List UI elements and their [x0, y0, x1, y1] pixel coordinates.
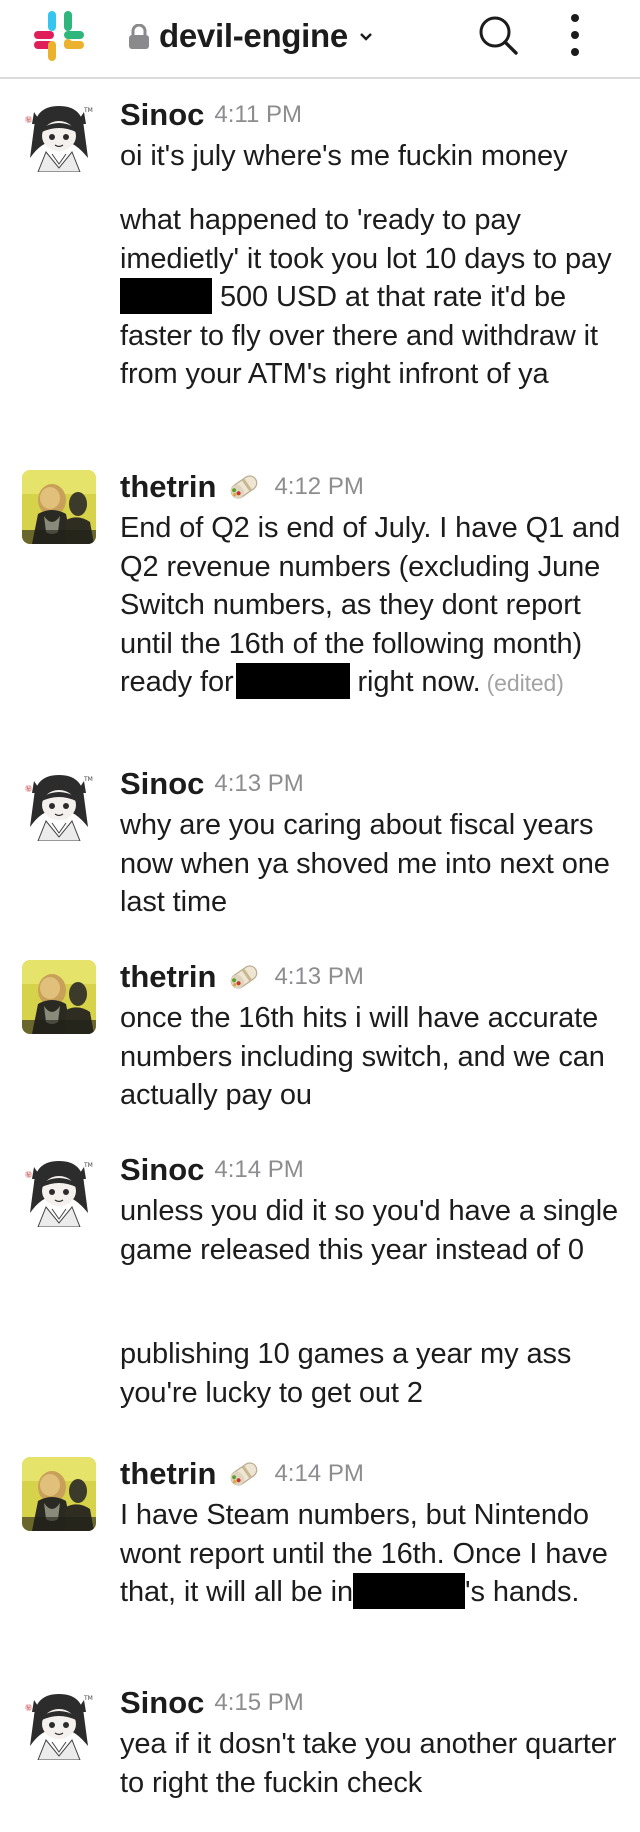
timestamp[interactable]: 4:11 PM — [214, 101, 302, 128]
message-text: oi it's july where's me fuckin money — [120, 137, 635, 176]
timestamp[interactable]: 4:14 PM — [274, 1460, 363, 1487]
search-icon[interactable] — [476, 13, 520, 57]
avatar[interactable] — [22, 1686, 96, 1760]
message-line: once the 16th hits i will have accurate … — [120, 1002, 605, 1111]
message-text: yea if it dosn't take you another quarte… — [120, 1725, 635, 1802]
slack-logo-icon[interactable] — [32, 9, 86, 63]
message-line: right now. — [357, 666, 481, 698]
avatar[interactable] — [22, 767, 96, 841]
message-line: unless you did it so you'd have a single… — [120, 1195, 619, 1266]
message-header: thetrin 4:13 PM — [120, 956, 364, 998]
channel-header: devil-engine — [0, 0, 640, 79]
chevron-down-icon[interactable] — [359, 31, 373, 43]
burrito-icon — [224, 469, 264, 505]
message-text: what happened to 'ready to pay imedietly… — [120, 201, 635, 394]
author-name[interactable]: Sinoc — [120, 766, 204, 801]
message-line: yea if it dosn't take you another quarte… — [120, 1728, 617, 1799]
avatar[interactable] — [22, 1153, 96, 1227]
message-line: what happened to 'ready to pay imedietly… — [120, 204, 612, 275]
burrito-icon — [224, 959, 264, 995]
message-text: publishing 10 games a year my ass you're… — [120, 1335, 635, 1412]
author-name[interactable]: Sinoc — [120, 1685, 204, 1720]
burrito-icon — [224, 1456, 264, 1492]
avatar[interactable] — [22, 1457, 96, 1531]
redaction-box — [235, 663, 350, 699]
edited-label: (edited) — [486, 670, 564, 696]
lock-icon — [129, 24, 149, 49]
message-header: Sinoc 4:14 PM — [120, 1149, 304, 1191]
avatar[interactable] — [22, 98, 96, 172]
message-text: why are you caring about fiscal years no… — [120, 806, 635, 922]
timestamp[interactable]: 4:12 PM — [274, 473, 363, 500]
channel-name[interactable]: devil-engine — [159, 14, 348, 58]
author-name[interactable]: Sinoc — [120, 1152, 204, 1187]
message-line: publishing 10 games a year my ass you're… — [120, 1338, 572, 1409]
message-header: thetrin 4:14 PM — [120, 1453, 364, 1495]
message-line: 's hands. — [465, 1576, 580, 1608]
message-text: unless you did it so you'd have a single… — [120, 1192, 635, 1269]
message-header: Sinoc 4:13 PM — [120, 763, 304, 805]
message-header: thetrin 4:12 PM — [120, 466, 364, 508]
message-text: End of Q2 is end of July. I have Q1 and … — [120, 509, 635, 703]
message-header: Sinoc 4:15 PM — [120, 1682, 304, 1724]
timestamp[interactable]: 4:14 PM — [214, 1156, 303, 1183]
author-name[interactable]: Sinoc — [120, 97, 204, 132]
author-name[interactable]: thetrin — [120, 469, 216, 504]
author-name[interactable]: thetrin — [120, 1456, 216, 1491]
avatar[interactable] — [22, 470, 96, 544]
more-vertical-icon[interactable] — [565, 12, 585, 58]
message-header: Sinoc 4:11 PM — [120, 94, 302, 136]
timestamp[interactable]: 4:13 PM — [214, 770, 303, 797]
author-name[interactable]: thetrin — [120, 959, 216, 994]
message-text: I have Steam numbers, but Nintendo wont … — [120, 1496, 635, 1612]
redaction-box — [120, 278, 212, 314]
message-text: once the 16th hits i will have accurate … — [120, 999, 635, 1115]
message-line: oi it's july where's me fuckin money — [120, 140, 568, 172]
timestamp[interactable]: 4:13 PM — [274, 963, 363, 990]
message-line: why are you caring about fiscal years no… — [120, 809, 610, 918]
redaction-box — [353, 1573, 466, 1609]
avatar[interactable] — [22, 960, 96, 1034]
timestamp[interactable]: 4:15 PM — [214, 1689, 303, 1716]
